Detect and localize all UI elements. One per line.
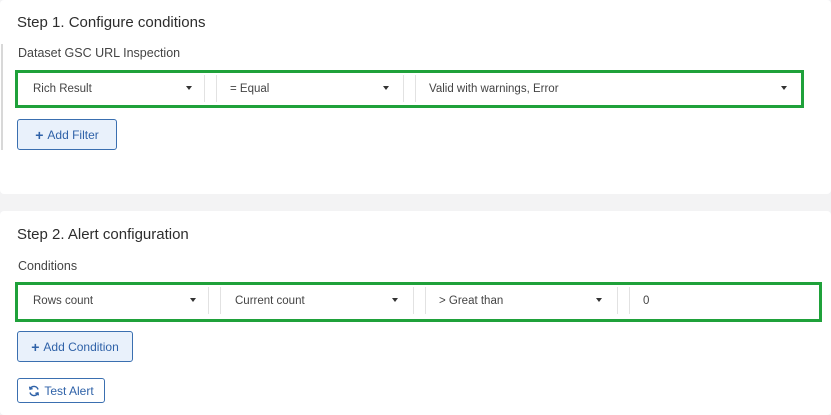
- add-filter-button[interactable]: + Add Filter: [17, 119, 117, 150]
- configure-conditions-card: Step 1. Configure conditions Dataset GSC…: [0, 0, 831, 194]
- condition-threshold-value: 0: [643, 294, 650, 307]
- chevron-down-icon: [190, 298, 196, 302]
- divider: [403, 75, 404, 102]
- condition-metric-value: Rows count: [33, 294, 94, 307]
- divider: [208, 287, 209, 314]
- chevron-down-icon: [186, 86, 192, 90]
- filter-operator-select[interactable]: = Equal: [218, 75, 401, 102]
- filter-value-select[interactable]: Valid with warnings, Error: [417, 75, 799, 102]
- step2-title: Step 2. Alert configuration: [17, 226, 189, 243]
- chevron-down-icon: [383, 86, 389, 90]
- add-condition-label: Add Condition: [43, 339, 119, 354]
- conditions-label: Conditions: [18, 259, 78, 273]
- divider: [216, 75, 217, 102]
- add-condition-button[interactable]: + Add Condition: [17, 331, 133, 362]
- condition-aggregation-select[interactable]: Current count: [223, 287, 410, 314]
- divider: [220, 287, 221, 314]
- section-indent-bar: [1, 44, 3, 150]
- step1-title: Step 1. Configure conditions: [17, 14, 206, 31]
- filter-operator-value: = Equal: [230, 82, 270, 95]
- divider: [415, 75, 416, 102]
- test-alert-label: Test Alert: [44, 383, 94, 398]
- chevron-down-icon: [781, 86, 787, 90]
- condition-metric-select[interactable]: Rows count: [21, 287, 208, 314]
- condition-comparator-select[interactable]: > Great than: [427, 287, 614, 314]
- condition-row: Rows count Current count > Great than 0: [15, 282, 822, 322]
- add-filter-label: Add Filter: [47, 127, 99, 142]
- chevron-down-icon: [392, 298, 398, 302]
- condition-threshold-input[interactable]: 0: [631, 287, 819, 314]
- divider: [413, 287, 414, 314]
- chevron-down-icon: [596, 298, 602, 302]
- refresh-icon: [29, 385, 40, 396]
- divider: [629, 287, 630, 314]
- filter-row: Rich Result = Equal Valid with warnings,…: [15, 70, 804, 108]
- filter-field-select[interactable]: Rich Result: [21, 75, 204, 102]
- condition-aggregation-value: Current count: [235, 294, 305, 307]
- dataset-label: Dataset GSC URL Inspection: [18, 46, 181, 60]
- plus-icon: +: [31, 338, 40, 355]
- filter-value-text: Valid with warnings, Error: [429, 82, 559, 95]
- plus-icon: +: [35, 126, 44, 143]
- test-alert-button[interactable]: Test Alert: [17, 378, 105, 403]
- condition-comparator-value: > Great than: [439, 294, 504, 307]
- filter-field-value: Rich Result: [33, 82, 92, 95]
- divider: [425, 287, 426, 314]
- divider: [204, 75, 205, 102]
- alert-configuration-card: Step 2. Alert configuration Conditions R…: [0, 211, 831, 415]
- divider: [617, 287, 618, 314]
